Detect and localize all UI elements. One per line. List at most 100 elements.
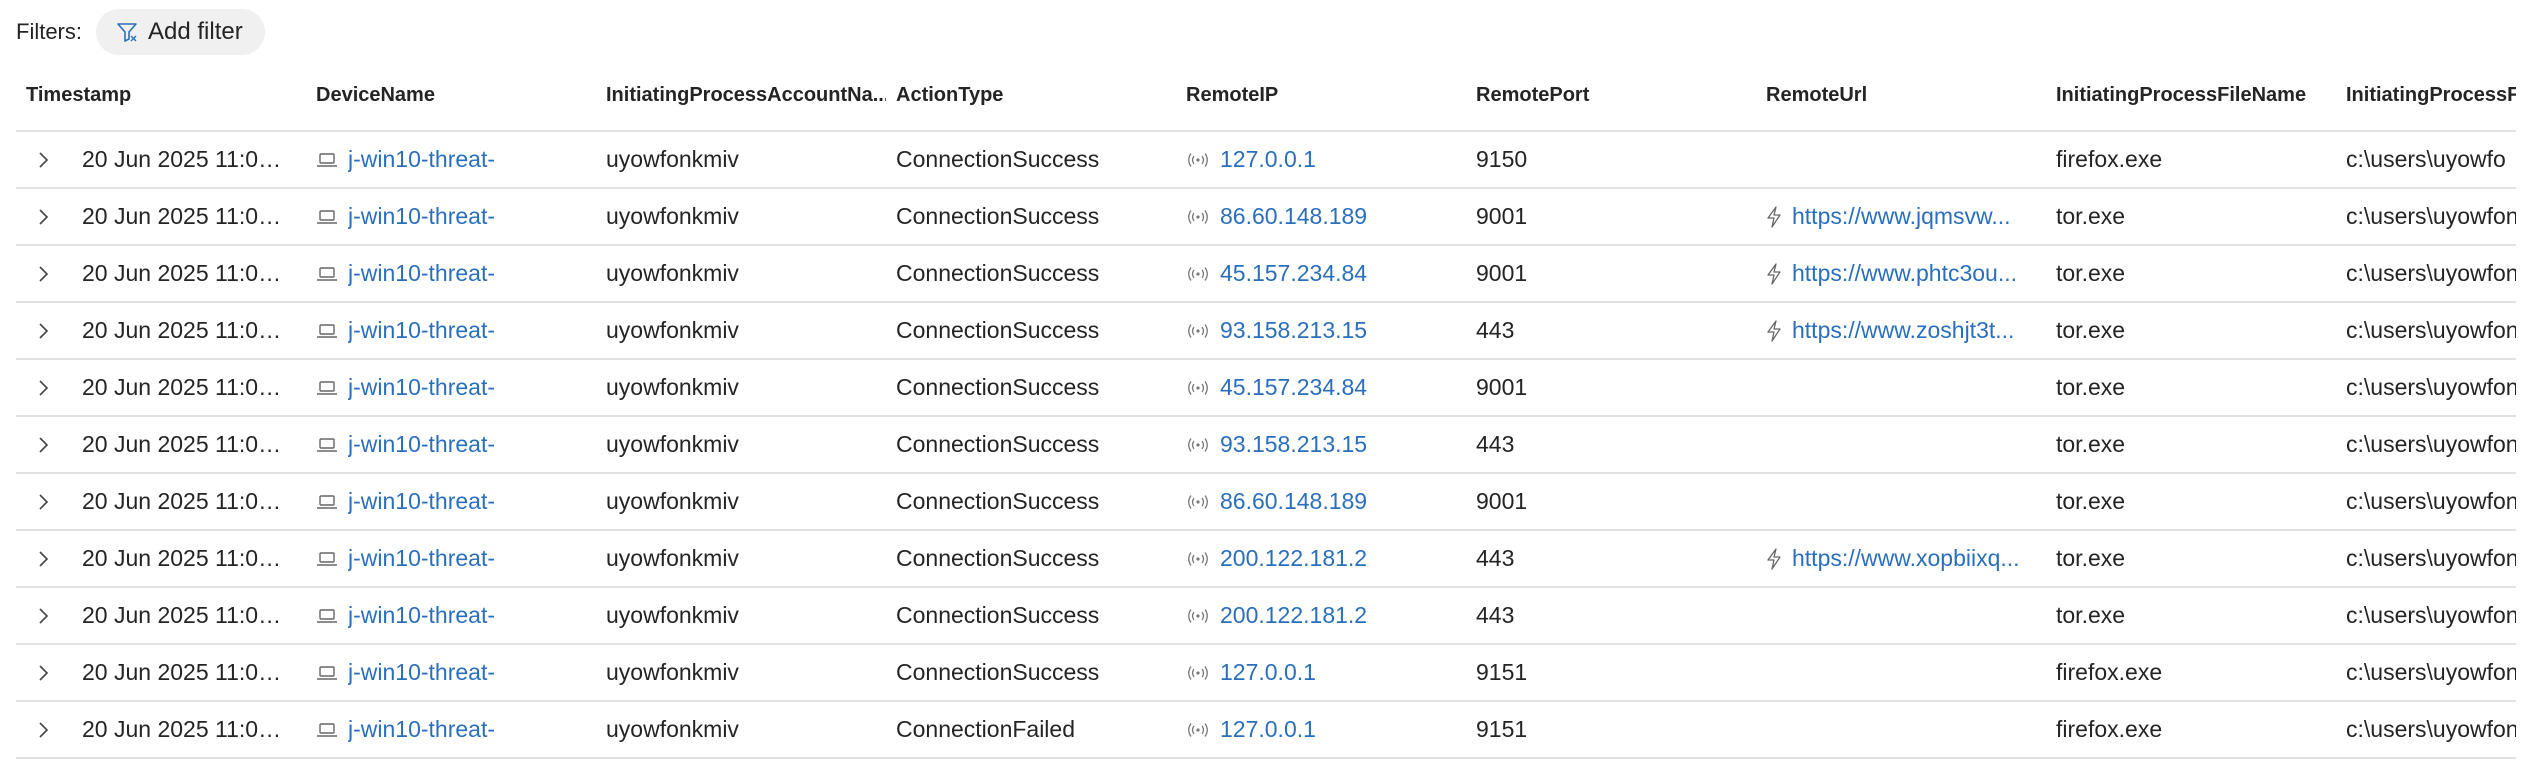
chevron-right-icon[interactable] <box>22 264 64 284</box>
chevron-right-icon[interactable] <box>22 549 64 569</box>
chevron-right-icon[interactable] <box>22 321 64 341</box>
network-signal-icon <box>1186 494 1210 510</box>
remote-port-cell: 9001 <box>1476 260 1528 286</box>
device-link[interactable]: j-win10-threat- <box>348 374 495 401</box>
remote-url-link[interactable]: https://www.phtc3ou... <box>1792 260 2017 287</box>
chevron-right-icon[interactable] <box>22 663 64 683</box>
remote-ip-link[interactable]: 45.157.234.84 <box>1220 260 1367 287</box>
column-header-actiontype[interactable]: ActionType <box>886 84 1176 107</box>
remote-port-cell: 9150 <box>1476 146 1528 172</box>
device-link[interactable]: j-win10-threat- <box>348 659 495 686</box>
column-header-remoteip[interactable]: RemoteIP <box>1176 84 1466 107</box>
remote-ip-cell: 127.0.0.1 <box>1176 146 1466 173</box>
lightning-icon <box>1766 319 1782 342</box>
file-name-cell: tor.exe <box>2056 317 2126 343</box>
timestamp-value: 20 Jun 2025 11:03:... <box>82 260 292 286</box>
table-row[interactable]: 20 Jun 2025 11:03:... j-win10-threat- uy… <box>16 246 2516 303</box>
file-name-cell: tor.exe <box>2056 374 2126 400</box>
device-link[interactable]: j-win10-threat- <box>348 146 495 173</box>
remote-port-cell: 9151 <box>1476 716 1528 742</box>
remote-port-cell: 443 <box>1476 602 1515 628</box>
chevron-right-icon[interactable] <box>22 207 64 227</box>
remote-ip-link[interactable]: 93.158.213.15 <box>1220 317 1367 344</box>
file-name-cell: firefox.exe <box>2056 659 2163 685</box>
add-filter-button[interactable]: Add filter <box>96 9 265 55</box>
table-header: Timestamp DeviceName InitiatingProcessAc… <box>16 60 2516 132</box>
table-row[interactable]: 20 Jun 2025 11:03:... j-win10-threat- uy… <box>16 417 2516 474</box>
remote-ip-link[interactable]: 127.0.0.1 <box>1220 146 1316 173</box>
device-link[interactable]: j-win10-threat- <box>348 431 495 458</box>
table-row[interactable]: 20 Jun 2025 11:03:... j-win10-threat- uy… <box>16 474 2516 531</box>
device-link[interactable]: j-win10-threat- <box>348 260 495 287</box>
remote-ip-cell: 86.60.148.189 <box>1176 488 1466 515</box>
timestamp-cell: 20 Jun 2025 11:03:... <box>16 203 306 230</box>
timestamp-value: 20 Jun 2025 11:03:... <box>82 602 292 628</box>
remote-ip-link[interactable]: 200.122.181.2 <box>1220 545 1367 572</box>
remote-port-cell: 9001 <box>1476 203 1528 229</box>
device-link[interactable]: j-win10-threat- <box>348 545 495 572</box>
timestamp-cell: 20 Jun 2025 11:03:... <box>16 602 306 629</box>
device-cell: j-win10-threat- <box>306 716 596 743</box>
table-row[interactable]: 20 Jun 2025 11:03:... j-win10-threat- uy… <box>16 189 2516 246</box>
chevron-right-icon[interactable] <box>22 378 64 398</box>
remote-ip-link[interactable]: 200.122.181.2 <box>1220 602 1367 629</box>
chevron-right-icon[interactable] <box>22 720 64 740</box>
action-type-cell: ConnectionFailed <box>896 716 1076 742</box>
remote-ip-link[interactable]: 86.60.148.189 <box>1220 203 1367 230</box>
filters-bar: Filters: Add filter <box>16 8 265 56</box>
column-header-filename[interactable]: InitiatingProcessFileName <box>2046 84 2336 107</box>
table-row[interactable]: 20 Jun 2025 11:02:... j-win10-threat- uy… <box>16 645 2516 702</box>
timestamp-cell: 20 Jun 2025 11:02:... <box>16 716 306 743</box>
device-link[interactable]: j-win10-threat- <box>348 317 495 344</box>
column-header-remoteurl[interactable]: RemoteUrl <box>1756 84 2046 107</box>
remote-ip-link[interactable]: 127.0.0.1 <box>1220 716 1316 743</box>
laptop-icon <box>316 151 338 169</box>
table-row[interactable]: 20 Jun 2025 11:03:... j-win10-threat- uy… <box>16 531 2516 588</box>
laptop-icon <box>316 265 338 283</box>
column-header-devicename[interactable]: DeviceName <box>306 84 596 107</box>
remote-url-link[interactable]: https://www.zoshjt3t... <box>1792 317 2014 344</box>
device-link[interactable]: j-win10-threat- <box>348 602 495 629</box>
device-cell: j-win10-threat- <box>306 602 596 629</box>
table-row[interactable]: 20 Jun 2025 11:03:... j-win10-threat- uy… <box>16 303 2516 360</box>
chevron-right-icon[interactable] <box>22 606 64 626</box>
remote-ip-link[interactable]: 45.157.234.84 <box>1220 374 1367 401</box>
timestamp-value: 20 Jun 2025 11:03:... <box>82 545 292 571</box>
account-cell: uyowfonkmiv <box>606 374 739 400</box>
remote-url-link[interactable]: https://www.jqmsvw... <box>1792 203 2011 230</box>
column-header-account[interactable]: InitiatingProcessAccountNa... <box>596 84 886 107</box>
action-type-cell: ConnectionSuccess <box>896 545 1100 571</box>
chevron-right-icon[interactable] <box>22 435 64 455</box>
column-header-remoteport[interactable]: RemotePort <box>1466 84 1756 107</box>
device-link[interactable]: j-win10-threat- <box>348 203 495 230</box>
network-signal-icon <box>1186 722 1210 738</box>
laptop-icon <box>316 208 338 226</box>
remote-ip-link[interactable]: 127.0.0.1 <box>1220 659 1316 686</box>
remote-ip-link[interactable]: 86.60.148.189 <box>1220 488 1367 515</box>
laptop-icon <box>316 607 338 625</box>
timestamp-value: 20 Jun 2025 11:02:... <box>82 659 292 685</box>
column-header-folderpath[interactable]: InitiatingProcessF <box>2336 84 2516 107</box>
device-link[interactable]: j-win10-threat- <box>348 488 495 515</box>
table-row[interactable]: 20 Jun 2025 11:02:... j-win10-threat- uy… <box>16 702 2516 759</box>
chevron-right-icon[interactable] <box>22 492 64 512</box>
remote-port-cell: 9001 <box>1476 488 1528 514</box>
laptop-icon <box>316 322 338 340</box>
timestamp-value: 20 Jun 2025 11:03:... <box>82 146 292 172</box>
folder-path-cell: c:\users\uyowfonkm <box>2346 203 2516 229</box>
lightning-icon <box>1766 262 1782 285</box>
device-cell: j-win10-threat- <box>306 146 596 173</box>
column-header-timestamp[interactable]: Timestamp <box>16 84 306 107</box>
remote-url-link[interactable]: https://www.xopbiixq... <box>1792 545 2020 572</box>
remote-port-cell: 9001 <box>1476 374 1528 400</box>
table-row[interactable]: 20 Jun 2025 11:03:... j-win10-threat- uy… <box>16 360 2516 417</box>
chevron-right-icon[interactable] <box>22 150 64 170</box>
device-link[interactable]: j-win10-threat- <box>348 716 495 743</box>
device-cell: j-win10-threat- <box>306 203 596 230</box>
network-signal-icon <box>1186 665 1210 681</box>
table-row[interactable]: 20 Jun 2025 11:03:... j-win10-threat- uy… <box>16 588 2516 645</box>
remote-ip-cell: 200.122.181.2 <box>1176 602 1466 629</box>
device-cell: j-win10-threat- <box>306 317 596 344</box>
table-row[interactable]: 20 Jun 2025 11:03:... j-win10-threat- uy… <box>16 132 2516 189</box>
remote-ip-link[interactable]: 93.158.213.15 <box>1220 431 1367 458</box>
